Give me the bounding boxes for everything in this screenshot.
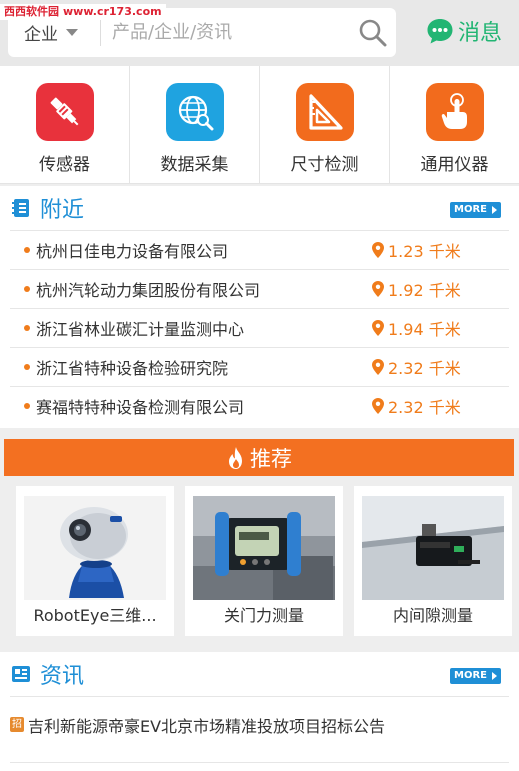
recommend-area: RobotEye三维... 关门力测量 内间隙测量 xyxy=(0,476,519,648)
nearby-item[interactable]: 浙江省特种设备检验研究院 2.32 千米 xyxy=(10,347,509,386)
nearby-section: 附近 MORE 杭州日佳电力设备有限公司 1.23 千米杭州汽轮动力集团股份有限公… xyxy=(0,186,519,428)
category-data-collection[interactable]: 数据采集 xyxy=(130,66,260,183)
category-label: 尺寸检测 xyxy=(290,155,359,175)
bullet-dot xyxy=(24,286,30,292)
distance-text: 1.94 千米 xyxy=(388,320,461,339)
category-label: 传感器 xyxy=(39,155,90,175)
company-name: 杭州日佳电力设备有限公司 xyxy=(36,242,229,261)
news-more-button[interactable]: MORE xyxy=(450,668,501,684)
divider xyxy=(10,762,509,763)
watermark-site: 西西软件园 xyxy=(4,5,59,18)
recommend-header: 推荐 xyxy=(4,439,514,476)
nearby-item[interactable]: 杭州汽轮动力集团股份有限公司 1.92 千米 xyxy=(10,269,509,308)
globe-search-icon xyxy=(165,83,224,141)
bullet-dot xyxy=(24,403,30,409)
distance: 1.94 千米 xyxy=(372,316,461,340)
location-pin-icon xyxy=(372,398,384,414)
distance-text: 1.23 千米 xyxy=(388,242,461,261)
tender-tag: 招 xyxy=(10,717,24,732)
set-square-icon xyxy=(295,83,354,141)
product-card[interactable]: RobotEye三维... xyxy=(16,486,174,636)
news-section: 资讯 MORE 招 吉利新能源帝豪EV北京市场精准投放项目招标公告 xyxy=(0,652,519,771)
nearby-header: 附近 MORE xyxy=(0,186,519,230)
company-name: 浙江省特种设备检验研究院 xyxy=(36,359,229,378)
news-item[interactable]: 招 吉利新能源帝豪EV北京市场精准投放项目招标公告 xyxy=(10,696,509,752)
product-image-inner-gap xyxy=(362,496,504,600)
bullet-dot xyxy=(24,364,30,370)
company-name: 浙江省林业碳汇计量监测中心 xyxy=(36,320,245,339)
distance: 2.32 千米 xyxy=(372,355,461,379)
app-root: 西西软件园 www.cr173.com 企业 消息 xyxy=(0,0,519,771)
product-name: 内间隙测量 xyxy=(392,606,473,625)
divider xyxy=(100,20,101,46)
product-name: RobotEye三维... xyxy=(33,606,157,625)
distance: 2.32 千米 xyxy=(372,394,461,418)
caret-down-icon xyxy=(66,29,78,36)
notebook-icon xyxy=(12,199,29,217)
location-pin-icon xyxy=(372,320,384,336)
location-pin-icon xyxy=(372,359,384,375)
sensor-icon xyxy=(35,83,94,141)
distance: 1.92 千米 xyxy=(372,277,461,301)
nearby-more-button[interactable]: MORE xyxy=(450,202,501,218)
news-header: 资讯 MORE xyxy=(0,652,519,696)
distance-text: 2.32 千米 xyxy=(388,398,461,417)
watermark: 西西软件园 www.cr173.com xyxy=(0,4,166,20)
distance: 1.23 千米 xyxy=(372,238,461,262)
product-card[interactable]: 关门力测量 xyxy=(185,486,343,636)
category-general-instruments[interactable]: 通用仪器 xyxy=(390,66,519,183)
nearby-item[interactable]: 赛福特特种设备检测有限公司 2.32 千米 xyxy=(10,386,509,425)
company-name: 赛福特特种设备检测有限公司 xyxy=(36,398,245,417)
product-image-door-force xyxy=(193,496,335,600)
location-pin-icon xyxy=(372,242,384,258)
recommend-title: 推荐 xyxy=(250,446,292,471)
nearby-title: 附近 xyxy=(40,198,85,223)
bullet-dot xyxy=(24,247,30,253)
product-image-roboteye xyxy=(24,496,166,600)
distance-text: 2.32 千米 xyxy=(388,359,461,378)
product-name: 关门力测量 xyxy=(223,606,304,625)
news-title: 资讯 xyxy=(40,664,85,689)
category-sensor[interactable]: 传感器 xyxy=(0,66,130,183)
category-dimension-check[interactable]: 尺寸检测 xyxy=(260,66,390,183)
company-name: 杭州汽轮动力集团股份有限公司 xyxy=(36,281,261,300)
nearby-item[interactable]: 浙江省林业碳汇计量监测中心 1.94 千米 xyxy=(10,308,509,347)
product-card[interactable]: 内间隙测量 xyxy=(354,486,512,636)
news-headline: 吉利新能源帝豪EV北京市场精准投放项目招标公告 xyxy=(28,716,386,736)
distance-text: 1.92 千米 xyxy=(388,281,461,300)
newspaper-icon xyxy=(12,666,30,682)
nearby-item[interactable]: 杭州日佳电力设备有限公司 1.23 千米 xyxy=(10,230,509,269)
nearby-list: 杭州日佳电力设备有限公司 1.23 千米杭州汽轮动力集团股份有限公司 1.92 千米… xyxy=(10,230,509,425)
chat-bubble-icon xyxy=(427,19,453,44)
bullet-dot xyxy=(24,325,30,331)
category-label: 通用仪器 xyxy=(420,155,489,175)
category-label: 数据采集 xyxy=(160,155,229,175)
hand-tap-icon xyxy=(425,83,484,141)
flame-icon xyxy=(229,446,242,469)
watermark-url: www.cr173.com xyxy=(63,5,162,18)
messages-button[interactable]: 消息 xyxy=(426,14,502,48)
location-pin-icon xyxy=(372,281,384,297)
category-select-label: 企业 xyxy=(24,25,58,45)
search-icon[interactable] xyxy=(358,18,388,48)
messages-label: 消息 xyxy=(458,21,503,46)
category-grid: 传感器 数据采集 尺寸检测 通用仪器 xyxy=(0,66,519,184)
